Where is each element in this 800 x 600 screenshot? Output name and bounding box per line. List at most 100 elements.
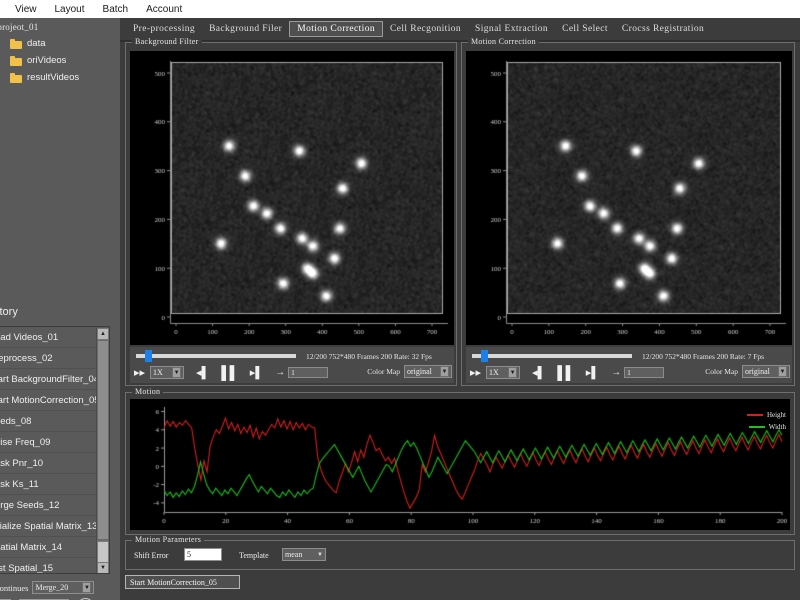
chevron-down-icon[interactable]: ▼ <box>778 366 787 377</box>
left-transport-controls: ▸▸ 1X ▼ ◂▌ ▌▌ ▸▌ → 1 <box>134 365 329 380</box>
template-dropdown[interactable]: mean ▼ <box>282 548 326 561</box>
template-label: Template <box>239 551 269 560</box>
scroll-up-icon[interactable]: ▲ <box>97 328 109 340</box>
list-item[interactable]: tart BackgroundFilter_04 <box>0 369 109 390</box>
scroll-down-icon[interactable]: ▼ <box>97 562 109 573</box>
right-video-canvas[interactable] <box>466 51 792 345</box>
tab-pre-processing[interactable]: Pre-processing <box>126 22 202 36</box>
list-item[interactable]: itialize Spatial Matrix_13 <box>0 516 109 537</box>
motion-parameters-title: Motion Parameters <box>132 535 205 544</box>
project-tree: //projeot_01 data oriVideos resultVideos <box>0 18 120 286</box>
right-colormap-label: Color Map <box>705 367 738 376</box>
list-item[interactable]: oad Videos_01 <box>0 327 109 348</box>
tree-item-label: data <box>27 38 46 49</box>
history-scrollbar[interactable]: ▲ ▼ <box>96 328 109 573</box>
legend-swatch <box>748 426 765 429</box>
goto-frame-icon[interactable]: → <box>275 367 285 378</box>
continues-dropdown[interactable]: Merge_20 ▼ <box>32 581 95 594</box>
list-item[interactable]: oise Freq_09 <box>0 432 109 453</box>
scrollbar-thumb[interactable] <box>97 541 109 563</box>
tab-cell-recgonition[interactable]: Cell Recgonition <box>383 22 468 36</box>
project-root-label[interactable]: //projeot_01 <box>0 22 38 32</box>
right-speed-dropdown[interactable]: 1X ▼ <box>486 366 521 379</box>
tree-item-resultvideos[interactable]: resultVideos <box>10 72 79 83</box>
right-progress-slider[interactable] <box>472 354 632 358</box>
shift-error-label: Shift Error <box>134 551 169 560</box>
pause-icon[interactable]: ▌▌ <box>557 365 574 380</box>
legend-width: Width <box>748 423 786 431</box>
left-speed-dropdown[interactable]: 1X ▼ <box>150 366 185 379</box>
fast-forward-icon[interactable]: ▸▸ <box>134 366 145 379</box>
left-video-plot[interactable] <box>130 51 454 345</box>
fast-forward-icon[interactable]: ▸▸ <box>470 366 481 379</box>
menu-item-layout[interactable]: Layout <box>46 3 94 16</box>
goto-frame-icon[interactable]: → <box>611 367 621 378</box>
list-item[interactable]: rst Spatial_15 <box>0 558 109 573</box>
left-colormap-dropdown[interactable]: original ▼ <box>404 365 452 378</box>
list-item[interactable]: tart MotionCorrection_05 <box>0 390 109 411</box>
list-item[interactable]: ask Ks_11 <box>0 474 109 495</box>
right-colormap-dropdown[interactable]: original ▼ <box>742 365 790 378</box>
left-slider-handle[interactable] <box>145 350 152 362</box>
menu-item-account[interactable]: Account <box>137 3 191 16</box>
chevron-down-icon[interactable]: ▼ <box>172 367 182 378</box>
next-frame-icon[interactable]: ▸▌ <box>250 366 263 379</box>
chevron-down-icon[interactable]: ▼ <box>317 552 323 558</box>
chevron-down-icon[interactable]: ▼ <box>440 366 449 377</box>
legend-label: Height <box>766 411 786 419</box>
chevron-down-icon[interactable]: ▼ <box>508 367 518 378</box>
list-item[interactable]: patial Matrix_14 <box>0 537 109 558</box>
right-video-plot[interactable] <box>466 51 792 345</box>
tab-motion-correction[interactable]: Motion Correction <box>289 21 383 37</box>
legend-label: Width <box>768 423 786 431</box>
background-filter-title: Background Filter <box>132 37 202 46</box>
list-item[interactable]: eeds_08 <box>0 411 109 432</box>
tab-bar: Pre-processing Background Filer Motion C… <box>120 18 800 40</box>
tab-cell-select[interactable]: Cell Select <box>555 22 615 36</box>
right-goto-frame-input[interactable]: 1 <box>624 367 665 378</box>
legend-swatch <box>746 414 763 417</box>
history-list[interactable]: oad Videos_01 reprocess_02 tart Backgrou… <box>0 326 110 574</box>
tree-item-orivideos[interactable]: oriVideos <box>10 55 66 66</box>
tree-item-data[interactable]: data <box>10 38 46 49</box>
shift-error-input[interactable]: 5 <box>184 548 222 561</box>
left-playback-bar: 12/200 752*480 Frames 200 Rate: 32 Fps ▸… <box>130 347 454 383</box>
right-slider-handle[interactable] <box>481 350 488 362</box>
previous-frame-icon[interactable]: ◂▌ <box>196 366 209 379</box>
start-motion-correction-button[interactable]: Start MotionCorrection_05 <box>125 575 240 589</box>
left-goto-frame-input[interactable]: 1 <box>288 367 329 378</box>
sidebar: //projeot_01 data oriVideos resultVideos… <box>0 18 120 600</box>
folder-icon <box>10 72 22 83</box>
previous-frame-icon[interactable]: ◂▌ <box>532 366 545 379</box>
left-video-canvas[interactable] <box>130 51 454 345</box>
continues-value: Merge_20 <box>35 583 69 592</box>
right-playback-bar: 12/200 752*480 Frames 200 Rate: 7 Fps ▸▸… <box>466 347 792 383</box>
list-item[interactable]: reprocess_02 <box>0 348 109 369</box>
motion-chart-title: Motion <box>132 387 164 396</box>
motion-parameters-group: Motion Parameters Shift Error 5 Template… <box>125 535 795 570</box>
scrollbar-track[interactable] <box>97 340 109 540</box>
next-frame-icon[interactable]: ▸▌ <box>586 366 599 379</box>
folder-icon <box>10 38 22 49</box>
left-status-text: 12/200 752*480 Frames 200 Rate: 32 Fps <box>306 352 432 361</box>
application-window: View Layout Batch Account //projeot_01 d… <box>0 0 800 600</box>
tab-crocss-registration[interactable]: Crocss Registration <box>615 22 711 36</box>
tab-background-filer[interactable]: Background Filer <box>202 22 289 36</box>
right-colormap-value: original <box>745 367 770 376</box>
tab-signal-extraction[interactable]: Signal Extraction <box>468 22 555 36</box>
left-speed-value: 1X <box>153 368 163 377</box>
motion-chart-plot[interactable] <box>130 399 790 530</box>
menu-item-view[interactable]: View <box>6 3 46 16</box>
left-colormap-controls: Color Map original ▼ <box>367 365 452 378</box>
chevron-down-icon[interactable]: ▼ <box>82 582 92 593</box>
motion-chart-canvas[interactable] <box>130 399 790 530</box>
background-filter-group: Background Filter 12/200 752*480 Frames … <box>125 37 457 386</box>
list-item[interactable]: ask Pnr_10 <box>0 453 109 474</box>
menu-bar: View Layout Batch Account <box>0 0 800 18</box>
pause-icon[interactable]: ▌▌ <box>221 365 238 380</box>
left-progress-slider[interactable] <box>136 354 296 358</box>
list-item[interactable]: erge Seeds_12 <box>0 495 109 516</box>
continues-row: Continues Merge_20 ▼ <box>0 579 110 596</box>
menu-item-batch[interactable]: Batch <box>94 3 138 16</box>
tree-item-label: oriVideos <box>27 55 67 66</box>
